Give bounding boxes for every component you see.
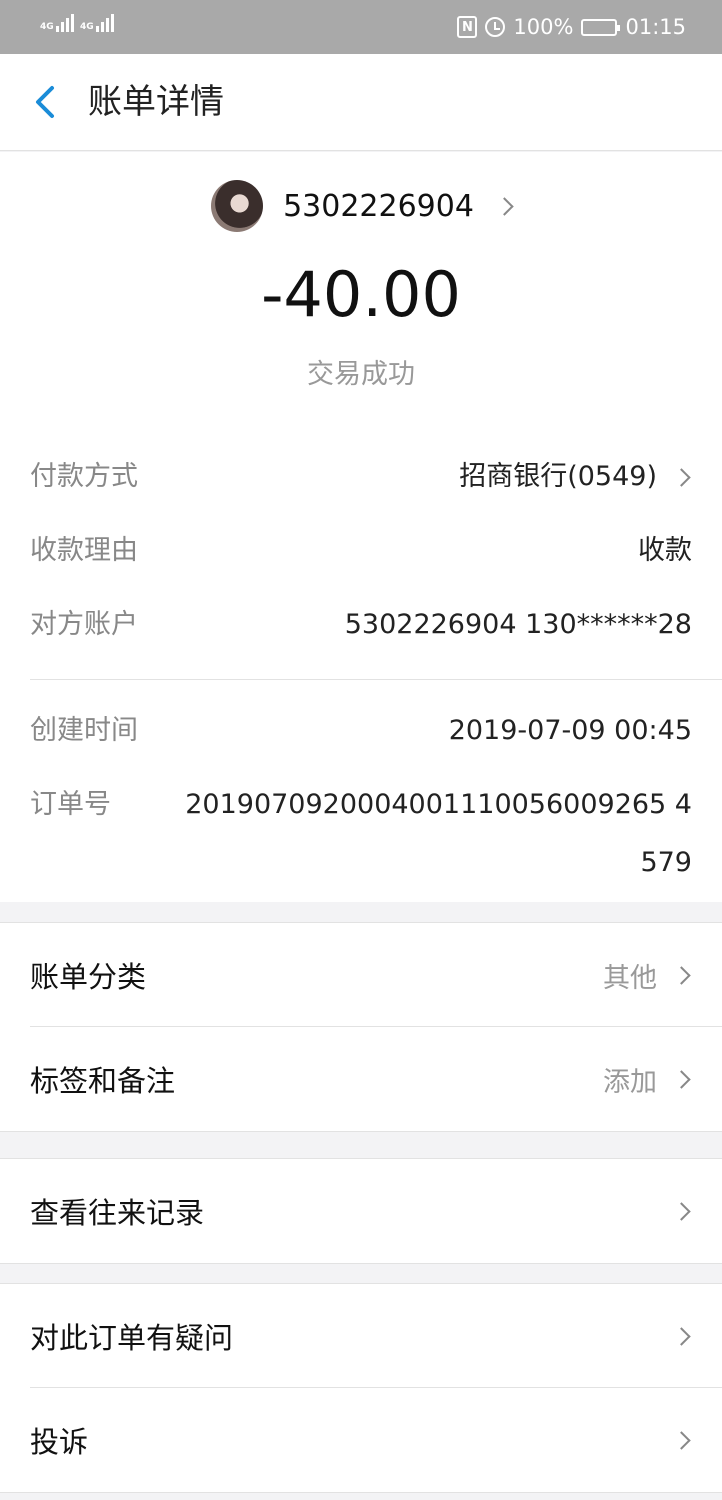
avatar xyxy=(211,180,264,232)
tags-notes-label: 标签和备注 xyxy=(30,1064,176,1098)
created-time-value: 2019-07-09 00:45 xyxy=(448,715,692,746)
chevron-right-icon xyxy=(672,467,691,487)
reason-value: 收款 xyxy=(638,535,692,566)
help-section: 对此订单有疑问 投诉 xyxy=(0,1283,722,1493)
reason-row: 收款理由 收款 xyxy=(30,531,692,571)
complaint-item[interactable]: 投诉 xyxy=(0,1388,722,1492)
counterparty-value: 5302226904 130******28 xyxy=(344,609,692,640)
tags-notes-item[interactable]: 标签和备注 添加 xyxy=(0,1027,722,1131)
view-history-label: 查看往来记录 xyxy=(30,1196,205,1230)
bill-settings-section: 账单分类 其他 标签和备注 添加 xyxy=(0,922,722,1132)
battery-percent: 100% xyxy=(513,15,574,39)
chevron-right-icon xyxy=(672,1069,691,1089)
battery-icon xyxy=(581,18,621,36)
created-time-row: 创建时间 2019-07-09 00:45 xyxy=(30,711,692,751)
signal-strength-icon: 4G xyxy=(80,14,114,32)
payment-method-row[interactable]: 付款方式 招商银行(0549) xyxy=(30,457,692,497)
order-question-item[interactable]: 对此订单有疑问 xyxy=(0,1284,722,1388)
app-header: 账单详情 xyxy=(0,54,722,151)
payment-method-label: 付款方式 xyxy=(30,461,138,492)
divider xyxy=(30,679,722,680)
bill-category-item[interactable]: 账单分类 其他 xyxy=(0,923,722,1027)
signal-strength-icon: 4G xyxy=(40,14,74,32)
order-number-label: 订单号 xyxy=(30,789,111,820)
bill-detail-card: 5302226904 -40.00 交易成功 付款方式 招商银行(0549) 收… xyxy=(0,152,722,902)
bill-category-value: 其他 xyxy=(603,962,657,994)
payee-name: 5302226904 xyxy=(283,188,474,224)
alarm-icon xyxy=(485,17,506,37)
reason-label: 收款理由 xyxy=(30,535,138,566)
history-section: 查看往来记录 xyxy=(0,1158,722,1264)
counterparty-row: 对方账户 5302226904 130******28 xyxy=(30,605,692,645)
network-type: 4G xyxy=(80,22,94,32)
transaction-status: 交易成功 xyxy=(307,359,415,390)
chevron-right-icon xyxy=(672,1430,691,1450)
complaint-label: 投诉 xyxy=(30,1425,89,1459)
payment-method-value: 招商银行(0549) xyxy=(459,461,657,492)
transaction-amount: -40.00 xyxy=(261,258,461,331)
status-bar: 4G 4G N 100% 01:15 xyxy=(0,0,722,54)
order-number-row: 订单号 2019070920004001110056009265 4579 xyxy=(30,785,692,892)
tags-notes-value: 添加 xyxy=(603,1066,657,1098)
back-icon[interactable] xyxy=(30,84,60,120)
page-title: 账单详情 xyxy=(88,82,224,122)
clock: 01:15 xyxy=(625,15,686,39)
payee-link[interactable]: 5302226904 xyxy=(0,178,722,234)
view-history-item[interactable]: 查看往来记录 xyxy=(0,1159,722,1263)
chevron-right-icon xyxy=(672,1326,691,1346)
chevron-right-icon xyxy=(495,196,514,216)
created-time-label: 创建时间 xyxy=(30,715,138,746)
chevron-right-icon xyxy=(672,1201,691,1221)
order-question-label: 对此订单有疑问 xyxy=(30,1321,234,1355)
nfc-icon: N xyxy=(457,16,478,38)
counterparty-label: 对方账户 xyxy=(30,609,138,640)
chevron-right-icon xyxy=(672,965,691,985)
network-type: 4G xyxy=(40,22,54,32)
order-number-value: 2019070920004001110056009265 4579 xyxy=(185,789,692,878)
bill-category-label: 账单分类 xyxy=(30,960,147,994)
